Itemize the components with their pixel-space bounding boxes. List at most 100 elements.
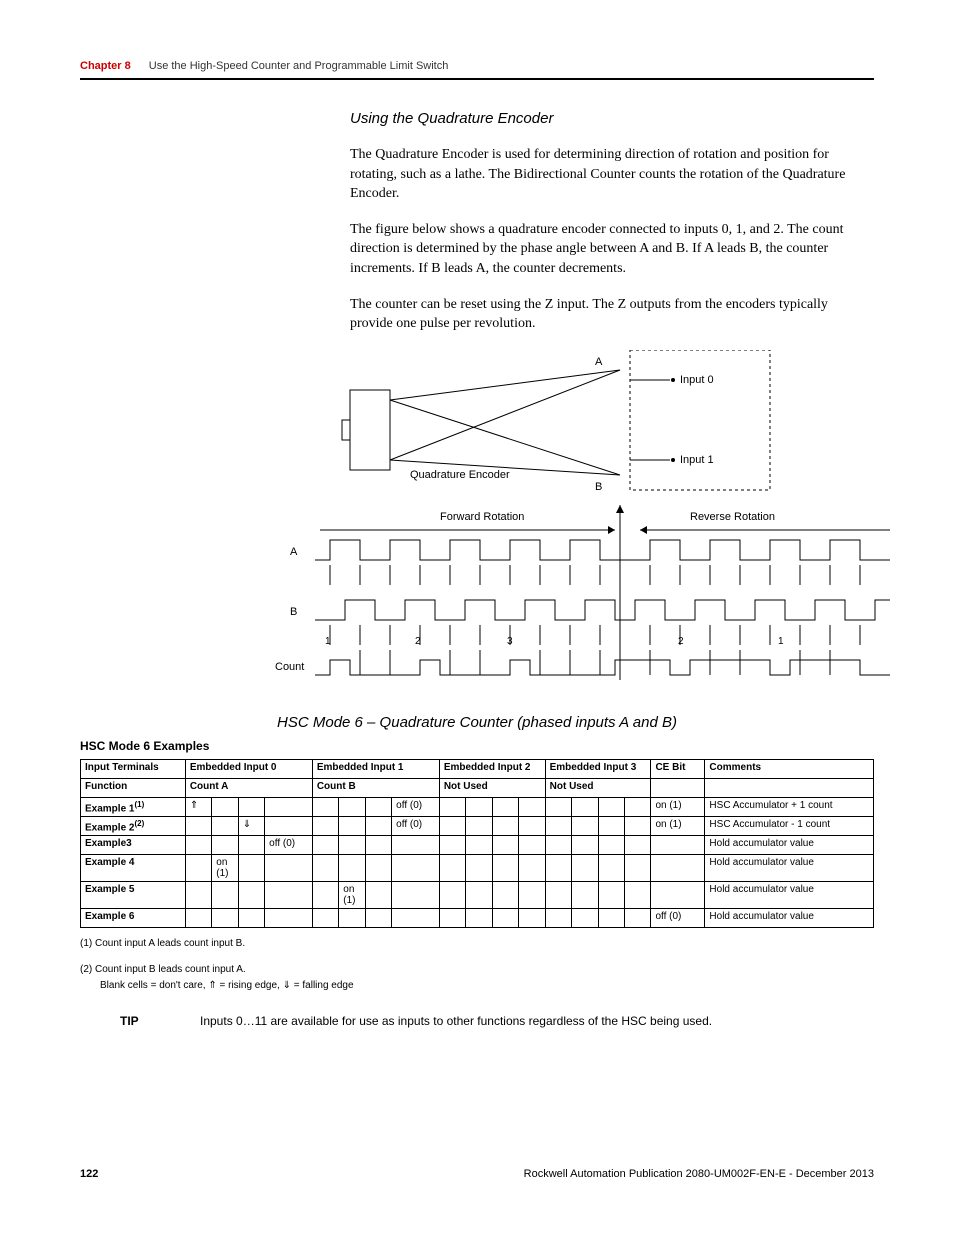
th-comments-blank [705, 778, 874, 797]
tip-row: TIP Inputs 0…11 are available for use as… [120, 1014, 874, 1028]
table-cell [545, 836, 571, 855]
table-cell [212, 882, 238, 909]
th-emb2: Embedded Input 2 [439, 759, 545, 778]
table-cell [238, 855, 264, 882]
paragraph-3: The counter can be reset using the Z inp… [350, 295, 874, 334]
table-cell [392, 882, 440, 909]
table-cell [392, 855, 440, 882]
table-row: Example 6off (0)Hold accumulator value [81, 909, 874, 928]
waveform-row-A: A [290, 546, 298, 558]
row-name: Example 4 [81, 855, 186, 882]
tick-3a: 3 [507, 636, 513, 647]
table-cell [624, 882, 650, 909]
table-cell [185, 817, 211, 836]
table-cell [339, 855, 365, 882]
th-cebit: CE Bit [651, 759, 705, 778]
table-cell [545, 882, 571, 909]
table-cell [439, 882, 465, 909]
table-cell [624, 909, 650, 928]
footnote-1: (1) Count input A leads count input B. [80, 936, 874, 952]
table-cell [439, 836, 465, 855]
tick-2b: 2 [678, 636, 684, 647]
row-comment: HSC Accumulator - 1 count [705, 817, 874, 836]
table-row: Example 5on (1)Hold accumulator value [81, 882, 874, 909]
table-cell [365, 882, 391, 909]
table-cell [365, 855, 391, 882]
table-cell [185, 909, 211, 928]
row-name: Example 1(1) [81, 797, 186, 816]
table-cell: off (0) [392, 797, 440, 816]
table-cell [466, 797, 492, 816]
table-cell [265, 882, 313, 909]
table-cell [545, 817, 571, 836]
table-cell [624, 817, 650, 836]
table-cell [185, 836, 211, 855]
mode-title: HSC Mode 6 – Quadrature Counter (phased … [80, 714, 874, 731]
diagram-label-forward: Forward Rotation [440, 511, 524, 523]
table-cell [312, 882, 338, 909]
table-cell [598, 836, 624, 855]
table-cell [265, 797, 313, 816]
table-cell: ⇓ [238, 817, 264, 836]
table-cell [238, 836, 264, 855]
table-cell [598, 855, 624, 882]
tip-label: TIP [120, 1014, 200, 1028]
table-cell [238, 909, 264, 928]
table-cell [212, 909, 238, 928]
table-cell [312, 855, 338, 882]
table-cell [312, 817, 338, 836]
th-comments: Comments [705, 759, 874, 778]
table-cell [492, 882, 518, 909]
table-cell [365, 909, 391, 928]
table-cell [572, 817, 598, 836]
table-cell [265, 817, 313, 836]
section-title: Using the Quadrature Encoder [350, 110, 874, 127]
table-cell [572, 882, 598, 909]
table-row: Example 2(2)⇓off (0)on (1)HSC Accumulato… [81, 817, 874, 836]
chapter-label: Chapter 8 [80, 60, 131, 72]
waveform-row-B: B [290, 606, 297, 618]
th-emb0: Embedded Input 0 [185, 759, 312, 778]
table-cell [466, 909, 492, 928]
th-input-terminals: Input Terminals [81, 759, 186, 778]
table-cell [572, 797, 598, 816]
table-cell [312, 909, 338, 928]
table-cell: off (0) [392, 817, 440, 836]
quadrature-diagram: Input 0 Input 1 A B Quadrature Encoder F… [260, 350, 874, 694]
diagram-label-quad: Quadrature Encoder [410, 469, 510, 481]
table-cell: on (1) [212, 855, 238, 882]
table-cell [238, 797, 264, 816]
table-cell [439, 855, 465, 882]
tip-text: Inputs 0…11 are available for use as inp… [200, 1014, 712, 1028]
waveform-row-count: Count [275, 661, 304, 673]
table-cell [598, 882, 624, 909]
row-name: Example 5 [81, 882, 186, 909]
table-cell [339, 909, 365, 928]
table-cell [365, 797, 391, 816]
table-cell [365, 817, 391, 836]
th-cebit-blank [651, 778, 705, 797]
table-cell [439, 797, 465, 816]
table-cell [185, 855, 211, 882]
tick-1a: 1 [325, 636, 331, 647]
table-cell [339, 817, 365, 836]
th-emb1: Embedded Input 1 [312, 759, 439, 778]
examples-heading: HSC Mode 6 Examples [80, 739, 874, 753]
diagram-label-reverse: Reverse Rotation [690, 511, 775, 523]
footnotes: (1) Count input A leads count input B. (… [80, 936, 874, 994]
th-counta: Count A [185, 778, 312, 797]
table-cell [492, 909, 518, 928]
table-row: Example 4on (1)Hold accumulator value [81, 855, 874, 882]
table-cell [185, 882, 211, 909]
th-notused1: Not Used [439, 778, 545, 797]
footnote-2: (2) Count input B leads count input A. [80, 962, 874, 978]
diagram-label-B: B [595, 481, 602, 493]
chapter-title: Use the High-Speed Counter and Programma… [149, 60, 449, 72]
table-cell [572, 855, 598, 882]
row-name: Example 6 [81, 909, 186, 928]
footnote-3: Blank cells = don't care, ⇑ = rising edg… [100, 978, 874, 994]
table-cell [624, 836, 650, 855]
th-emb3: Embedded Input 3 [545, 759, 651, 778]
table-cell [339, 797, 365, 816]
table-cell [265, 909, 313, 928]
